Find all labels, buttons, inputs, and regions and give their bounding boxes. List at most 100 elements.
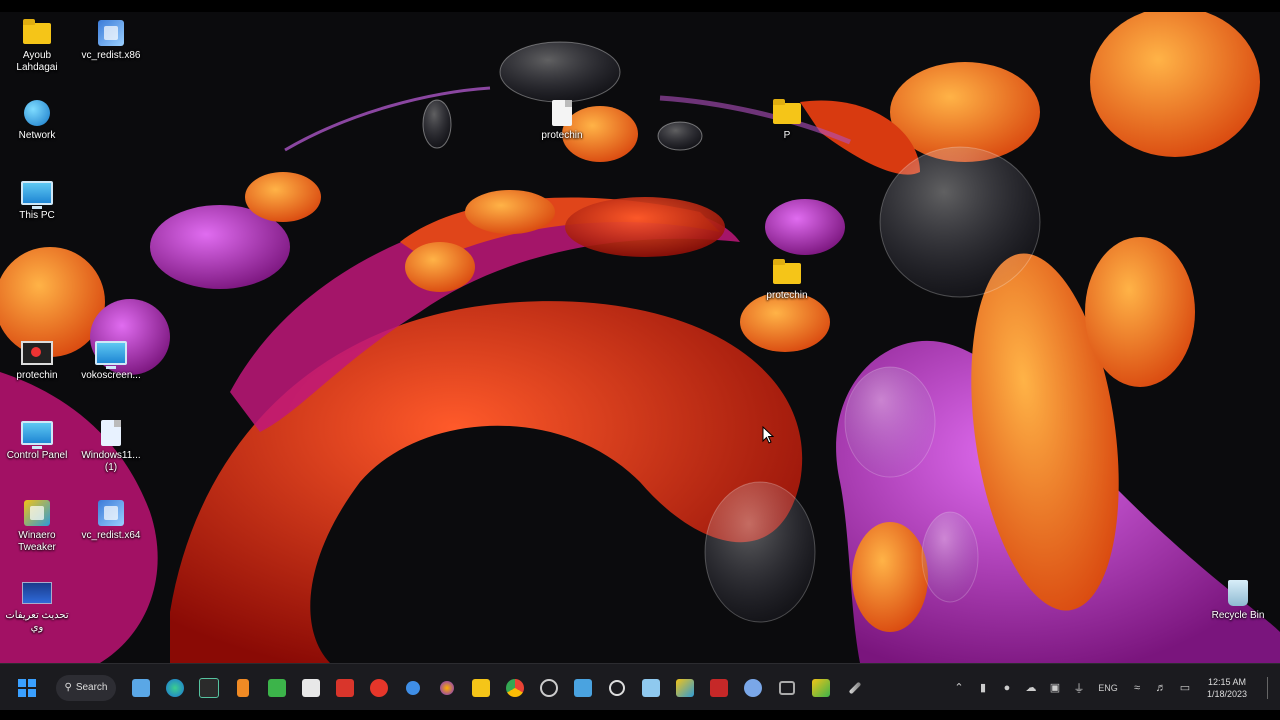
- taskbar-app-video[interactable]: [772, 673, 802, 703]
- app-red-icon: [336, 678, 354, 697]
- start-button[interactable]: [12, 673, 42, 703]
- usb-icon[interactable]: ▮: [975, 680, 991, 696]
- desktop-icon-vokoscreen[interactable]: vokoscreen...: [76, 338, 146, 382]
- desktop-icon-label: Ayoub Lahdagai: [16, 50, 58, 73]
- tool-icon: [848, 681, 862, 694]
- volume-icon[interactable]: ♬: [1153, 680, 1169, 696]
- desktop-icon-label: تحديث تعريفات وي: [5, 610, 69, 633]
- camtasia-icon: [268, 678, 286, 697]
- desktop-icon-protechin-file[interactable]: protechin: [527, 98, 597, 142]
- taskbar-app-file-explorer[interactable]: [126, 673, 156, 703]
- taskbar-app-terminal[interactable]: [194, 673, 224, 703]
- taskbar: ⚲ Search ⌃ ▮ ● ☁ ▣ ⏚ ENG ≈ ♬ ▭ 12:15 AM …: [0, 663, 1280, 711]
- taskbar-app-image-viewer[interactable]: [636, 673, 666, 703]
- taskbar-app-tool[interactable]: [840, 673, 870, 703]
- folder-icon: [771, 258, 803, 288]
- mouse-cursor-icon: [762, 426, 774, 444]
- taskbar-app-winaero[interactable]: [806, 673, 836, 703]
- desktop-icon-windows11[interactable]: Windows11... (1): [76, 418, 146, 474]
- taskbar-search-button[interactable]: ⚲ Search: [56, 674, 116, 701]
- photos-icon: [574, 678, 592, 697]
- system-tray: ⌃ ▮ ● ☁ ▣ ⏚ ENG ≈ ♬ ▭ 12:15 AM 1/18/2023: [947, 664, 1280, 711]
- control-panel-icon: [21, 418, 53, 449]
- app-orange-icon: [237, 678, 249, 697]
- video-camera-icon: [779, 680, 795, 695]
- notification-icon[interactable]: [1267, 676, 1276, 699]
- clock-time: 12:15 AM: [1207, 676, 1247, 687]
- desktop-icon-label: protechin: [16, 370, 58, 381]
- taskbar-app-orange[interactable]: [228, 673, 258, 703]
- taskbar-app-blue[interactable]: [738, 673, 768, 703]
- desktop-icon-label: Windows11... (1): [81, 450, 141, 473]
- desktop-icon-folder-p[interactable]: P: [752, 98, 822, 142]
- search-icon: ⚲: [64, 682, 72, 693]
- desktop-icon-this-pc[interactable]: This PC: [2, 178, 72, 222]
- app-red-2-icon: [710, 678, 728, 697]
- settings-gear-icon: [540, 678, 558, 697]
- taskbar-app-edge[interactable]: [160, 673, 190, 703]
- clock-date: 1/18/2023: [1206, 688, 1248, 699]
- desktop-icon-ayoub-folder[interactable]: Ayoub Lahdagai: [2, 18, 72, 74]
- chrome-icon: [506, 678, 524, 697]
- desktop-icon-label: P: [783, 130, 791, 141]
- record-icon: [370, 678, 388, 697]
- terminal-icon: [199, 677, 219, 698]
- battery-icon[interactable]: ▭: [1177, 680, 1193, 696]
- taskbar-app-snipping[interactable]: [602, 673, 632, 703]
- language-indicator[interactable]: ENG: [1095, 680, 1121, 696]
- computer-app-icon: [21, 338, 53, 368]
- taskbar-app-chrome[interactable]: [500, 673, 530, 703]
- file-icon: [546, 98, 578, 128]
- desktop-icon-vc-redist-x64[interactable]: vc_redist.x64: [76, 498, 146, 542]
- app-tray-icon[interactable]: ●: [999, 680, 1015, 696]
- letterbox-bar: [0, 710, 1280, 720]
- edge-icon: [166, 678, 184, 697]
- taskbar-app-folder[interactable]: [466, 673, 496, 703]
- taskbar-app-record[interactable]: [364, 673, 394, 703]
- recycle-bin-icon: [1222, 578, 1254, 608]
- notepad-icon: [676, 678, 694, 697]
- desktop-icon-network[interactable]: Network: [2, 98, 72, 142]
- desktop-icon-label: Recycle Bin: [1211, 610, 1265, 621]
- monitor-icon: [21, 178, 53, 209]
- network-globe-icon: [21, 98, 53, 128]
- desktop-icon-control-panel[interactable]: Control Panel: [2, 418, 72, 462]
- installer-icon: [95, 18, 127, 48]
- desktop-icon-winaero-tweaker[interactable]: Winaero Tweaker: [2, 498, 72, 554]
- clock[interactable]: 12:15 AM 1/18/2023: [1197, 676, 1257, 700]
- image-viewer-icon: [642, 678, 660, 697]
- desktop-icon-label: vc_redist.x86: [81, 50, 141, 61]
- taskbar-app-notepad[interactable]: [670, 673, 700, 703]
- desktop-icon-label: protechin: [766, 290, 808, 301]
- desktop-icon-recycle-bin[interactable]: Recycle Bin: [1203, 578, 1273, 622]
- store-bag-icon: [302, 678, 320, 697]
- taskbar-app-camtasia[interactable]: [262, 673, 292, 703]
- wifi-icon[interactable]: ≈: [1129, 680, 1145, 696]
- microphone-icon[interactable]: ⏚: [1071, 680, 1087, 696]
- desktop-icon-label: vokoscreen...: [81, 370, 141, 381]
- wallpaper: [0, 12, 1280, 663]
- display-icon[interactable]: ▣: [1047, 680, 1063, 696]
- desktop[interactable]: Ayoub Lahdagai vc_redist.x86 Network Thi…: [0, 12, 1280, 663]
- taskbar-app-settings[interactable]: [534, 673, 564, 703]
- cloud-icon[interactable]: ☁: [1023, 680, 1039, 696]
- winaero-icon: [812, 678, 830, 697]
- taskbar-app-red-2[interactable]: [704, 673, 734, 703]
- desktop-icon-protechin-folder[interactable]: protechin: [752, 258, 822, 302]
- desktop-icon-label: Control Panel: [6, 450, 68, 461]
- taskbar-app-store[interactable]: [296, 673, 326, 703]
- disc-image-icon: [95, 418, 127, 448]
- taskbar-app-red[interactable]: [330, 673, 360, 703]
- taskbar-app-firefox[interactable]: [432, 673, 462, 703]
- desktop-icon-arabic-update[interactable]: تحديث تعريفات وي: [2, 578, 72, 634]
- app-blue-icon: [744, 678, 762, 697]
- installer-icon: [95, 498, 127, 528]
- chevron-up-icon[interactable]: ⌃: [951, 680, 967, 696]
- folder-icon: [21, 18, 53, 48]
- desktop-icon-label: Network: [18, 130, 56, 141]
- taskbar-app-photos[interactable]: [568, 673, 598, 703]
- taskbar-app-blue-dot[interactable]: [398, 673, 428, 703]
- folder-icon: [472, 678, 490, 697]
- desktop-icon-protechin-app[interactable]: protechin: [2, 338, 72, 382]
- desktop-icon-vc-redist-x86[interactable]: vc_redist.x86: [76, 18, 146, 62]
